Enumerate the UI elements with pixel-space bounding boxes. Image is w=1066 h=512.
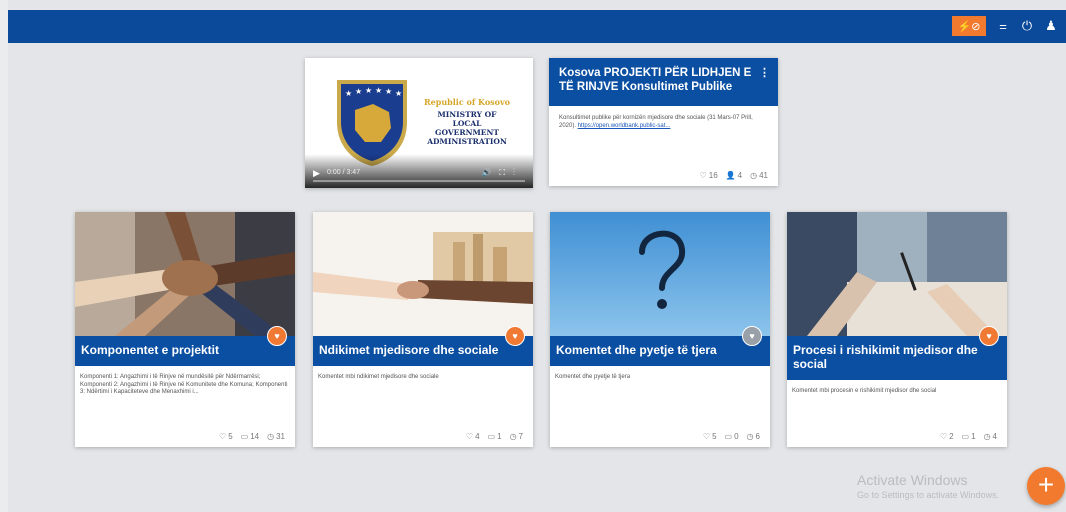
views-icon: ◷ xyxy=(750,171,758,180)
video-controls: ▶ 0:00 / 3:47 🔊⛶⋮ xyxy=(305,154,533,188)
card-stats: ♡ 4 ▭ 1 ◷ 7 xyxy=(465,432,523,441)
kebab-menu-icon[interactable]: ⋮ xyxy=(759,66,770,80)
views-icon: ◷ xyxy=(746,432,754,441)
post-icon: ▭ xyxy=(961,432,970,441)
menu-icon[interactable]: = xyxy=(996,19,1010,34)
svg-text:★: ★ xyxy=(355,87,362,96)
info-card-link[interactable]: https://open.worldbank.public-sat... xyxy=(578,123,671,129)
comment-icon: ♡ xyxy=(465,432,474,441)
topic-card-procesi[interactable]: Procesi i rishikimit mjedisor dhe social… xyxy=(787,212,1007,447)
meeting-documents-image xyxy=(787,212,1007,336)
card-description: Komentet mbi procesin e rishikimit mjedi… xyxy=(792,388,937,394)
svg-text:★: ★ xyxy=(395,89,402,98)
svg-text:★: ★ xyxy=(385,87,392,96)
card-title: Komentet dhe pyetje të tjera xyxy=(550,336,770,366)
heart-icon[interactable]: ♥ xyxy=(742,326,762,346)
project-info-card[interactable]: Kosova PROJEKTI PËR LIDHJEN E TË RINJVE … xyxy=(549,58,778,186)
question-mark-image xyxy=(550,212,770,336)
info-card-header: Kosova PROJEKTI PËR LIDHJEN E TË RINJVE … xyxy=(549,58,778,106)
video-time: 0:00 / 3:47 xyxy=(327,169,361,176)
heart-icon[interactable]: ♥ xyxy=(267,326,287,346)
video-extra-controls[interactable]: 🔊⛶⋮ xyxy=(481,168,523,178)
ministry-logo-text: Republic of Kosovo MINISTRY OF LOCAL GOV… xyxy=(424,97,510,147)
comment-icon: ♡ xyxy=(939,432,948,441)
card-description: Komentet dhe pyetje të tjera xyxy=(555,374,631,380)
topic-card-komentet[interactable]: Komentet dhe pyetje të tjera ♥ Komentet … xyxy=(550,212,770,447)
power-icon[interactable]: ⏻ xyxy=(1020,18,1034,34)
post-icon: ▭ xyxy=(724,432,733,441)
people-icon: 👤 xyxy=(725,171,736,180)
heart-icon[interactable]: ♥ xyxy=(505,326,525,346)
comment-icon: ♡ xyxy=(699,171,707,180)
views-icon: ◷ xyxy=(267,432,275,441)
info-card-description: Konsultimet publike për kornizën mjediso… xyxy=(559,115,753,129)
topic-card-ndikimet[interactable]: Ndikimet mjedisore dhe sociale ♥ Komente… xyxy=(313,212,533,447)
video-progress-track[interactable] xyxy=(313,180,525,182)
activate-windows-watermark: Activate Windows Go to Settings to activ… xyxy=(857,472,1000,500)
topic-card-komponentet[interactable]: Komponentet e projektit ♥ Komponenti 1: … xyxy=(75,212,295,447)
comment-icon: ♡ xyxy=(702,432,711,441)
card-title: Procesi i rishikimit mjedisor dhe social xyxy=(787,336,1007,380)
user-icon[interactable]: ♟ xyxy=(1044,18,1058,34)
post-icon: ▭ xyxy=(487,432,496,441)
card-title: Ndikimet mjedisore dhe sociale xyxy=(313,336,533,366)
card-description: Komponenti 1: Angazhimi i të Rinjve në m… xyxy=(80,374,288,395)
svg-text:★: ★ xyxy=(345,89,352,98)
card-description: Komentet mbi ndikimet mjedisore dhe soci… xyxy=(318,374,439,380)
card-title: Komponentet e projektit xyxy=(75,336,295,366)
info-card-stats: ♡ 16 👤 4 ◷ 41 xyxy=(699,171,768,180)
play-icon[interactable]: ▶ xyxy=(313,168,320,179)
tools-button[interactable]: ⚡⊘ xyxy=(952,16,986,36)
handshake-city-image xyxy=(313,212,533,336)
svg-text:★: ★ xyxy=(375,86,382,95)
comment-icon: ♡ xyxy=(219,432,227,441)
views-icon: ◷ xyxy=(509,432,517,441)
hands-stacked-image xyxy=(75,212,295,336)
top-navbar: ⚡⊘ = ⏻ ♟ xyxy=(8,10,1066,43)
post-icon: ▭ xyxy=(240,432,249,441)
card-stats: ♡ 5 ▭ 14 ◷ 31 xyxy=(219,432,285,441)
video-player[interactable]: ★ ★ ★ ★ ★ ★ Republic of Kosovo MINISTRY OF L… xyxy=(305,58,533,188)
card-stats: ♡ 5 ▭ 0 ◷ 6 xyxy=(702,432,760,441)
info-card-title: Kosova PROJEKTI PËR LIDHJEN E TË RINJVE … xyxy=(559,67,752,93)
heart-icon[interactable]: ♥ xyxy=(979,326,999,346)
svg-text:★: ★ xyxy=(365,86,372,95)
add-fab-button[interactable]: + xyxy=(1027,467,1065,505)
card-stats: ♡ 2 ▭ 1 ◷ 4 xyxy=(939,432,997,441)
views-icon: ◷ xyxy=(983,432,991,441)
